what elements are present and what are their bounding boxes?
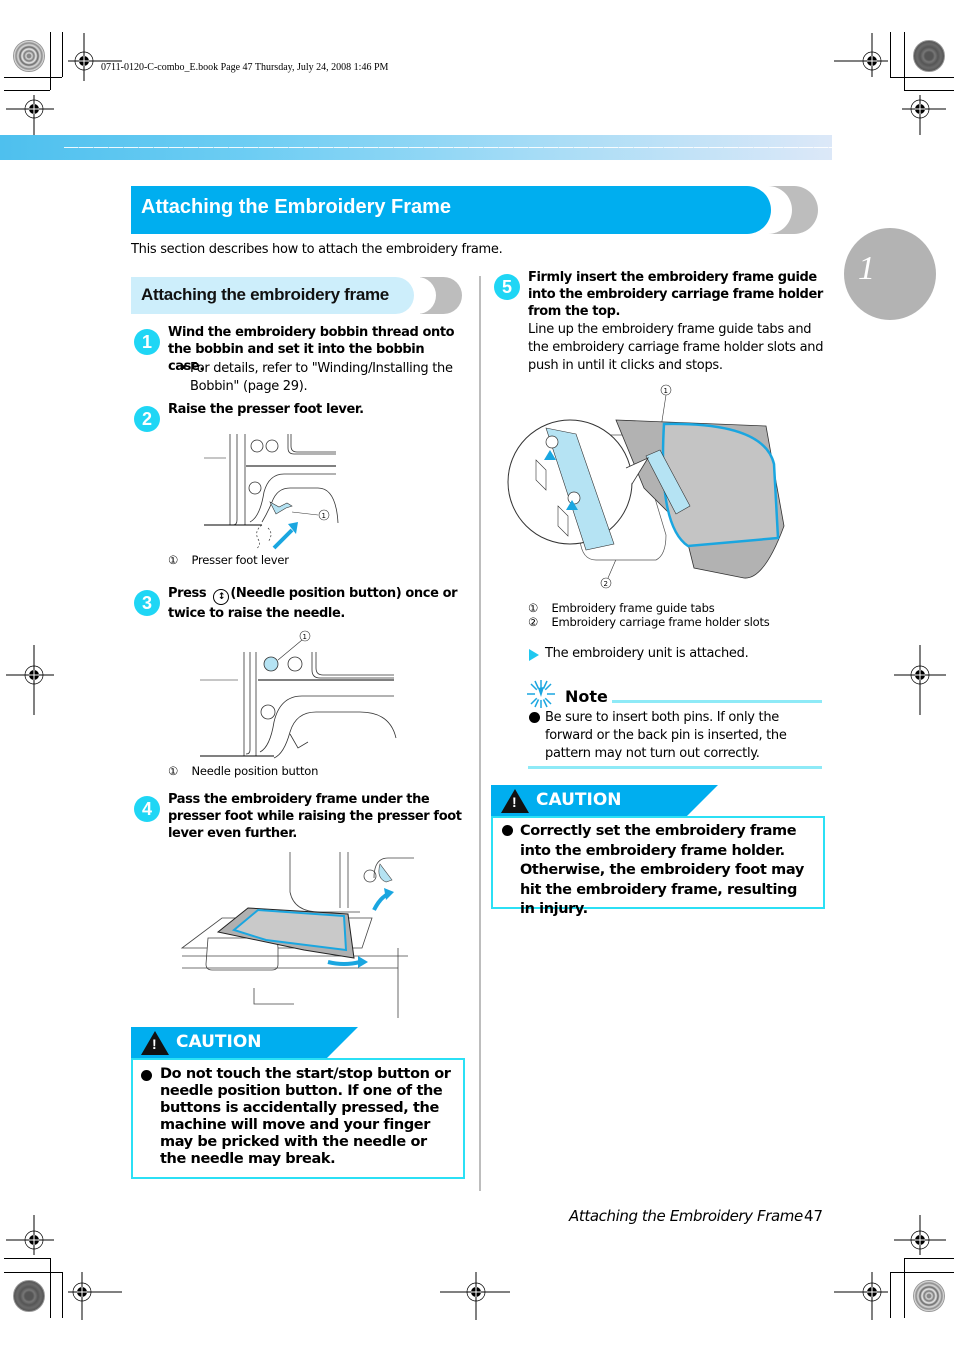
registration-target-icon <box>13 1280 45 1312</box>
svg-text:2: 2 <box>604 580 608 588</box>
bullet-dot <box>502 825 513 836</box>
step-3-heading-pre: Press <box>168 586 207 601</box>
footer-title: Attaching the Embroidery Frame <box>569 1207 803 1225</box>
warning-icon: ! <box>501 789 529 813</box>
note-text: Be sure to insert both pins. If only the… <box>545 710 787 761</box>
caution-text-right: Correctly set the embroidery frame into … <box>520 823 804 917</box>
header-band <box>0 135 832 160</box>
step-2-caption: ① Presser foot lever <box>168 553 289 567</box>
intro-text: This section describes how to attach the… <box>131 242 503 257</box>
step-5-result: The embroidery unit is attached. <box>545 646 749 661</box>
crosshair-icon <box>894 645 946 715</box>
chapter-number: 1 <box>858 250 875 287</box>
crosshair-icon <box>6 1215 54 1255</box>
page-number: 47 <box>804 1207 824 1225</box>
caption-text: Presser foot lever <box>191 553 289 567</box>
print-info: 0711-0120-C-combo_E.book Page 47 Thursda… <box>101 62 389 73</box>
crosshair-icon <box>6 645 54 715</box>
caution-label-left: CAUTION <box>176 1032 262 1052</box>
svg-text:1: 1 <box>322 512 326 520</box>
caption-number: ① <box>168 764 179 778</box>
caption-text: Embroidery frame guide tabs <box>551 601 715 615</box>
svg-text:1: 1 <box>664 387 668 395</box>
note-top-rule <box>612 700 822 703</box>
result-arrow-icon <box>529 649 539 661</box>
step-3-heading: Press ↕ (Needle position button) once or … <box>168 585 464 622</box>
caution-text-left: Do not touch the start/stop button or ne… <box>160 1066 451 1167</box>
needle-position-button-illustration: 1 <box>200 630 397 759</box>
step-4-heading: Pass the embroidery frame under the pres… <box>168 792 462 841</box>
embroidery-frame-illustration <box>180 852 414 1018</box>
step-3-caption: ① Needle position button <box>168 764 318 778</box>
needle-position-icon: ↕ <box>213 589 230 605</box>
step-5-body: Line up the embroidery frame guide tabs … <box>528 322 824 373</box>
crosshair-icon <box>68 33 122 81</box>
caption-number: ① <box>528 601 539 615</box>
crosshair-icon <box>834 33 888 77</box>
registration-target-icon <box>913 1280 945 1312</box>
svg-text:1: 1 <box>303 633 307 641</box>
caption-number: ② <box>528 615 539 629</box>
step-number-5: 5 <box>494 274 520 300</box>
bullet-dot: • <box>180 361 188 376</box>
crosshair-icon <box>68 1272 122 1320</box>
crosshair-icon <box>894 1215 946 1255</box>
step-5-caption-1: ① Embroidery frame guide tabs <box>528 601 715 615</box>
step-2-heading: Raise the presser foot lever. <box>168 402 364 417</box>
crosshair-icon <box>902 95 946 135</box>
subsection-title: Attaching the embroidery frame <box>141 285 389 304</box>
caption-number: ① <box>168 553 179 567</box>
step-number-2: 2 <box>134 406 160 432</box>
caution-label-right: CAUTION <box>536 790 622 810</box>
crosshair-icon <box>834 1272 888 1320</box>
note-icon <box>527 680 555 708</box>
bullet-dot <box>141 1070 152 1081</box>
frame-holder-illustration: 1 2 <box>507 384 785 589</box>
step-number-1: 1 <box>134 329 160 355</box>
step-1-bullet-text: For details, refer to "Winding/Installin… <box>190 361 453 394</box>
crosshair-icon <box>440 1272 510 1320</box>
presser-foot-lever-illustration: 1 <box>204 434 339 550</box>
registration-target-icon <box>913 40 945 72</box>
column-divider <box>479 276 481 1191</box>
step-5-caption-2: ② Embroidery carriage frame holder slots <box>528 615 770 629</box>
caption-text: Needle position button <box>191 764 319 778</box>
warning-icon: ! <box>141 1031 169 1055</box>
step-3-heading-post: (Needle position button) once or twice t… <box>168 586 458 621</box>
note-bottom-rule <box>528 766 822 769</box>
caption-text: Embroidery carriage frame holder slots <box>551 615 770 629</box>
note-label: Note <box>565 687 608 706</box>
registration-target-icon <box>13 40 45 72</box>
step-number-3: 3 <box>134 590 160 616</box>
page-title: Attaching the Embroidery Frame <box>141 196 452 218</box>
step-1-bullet: • For details, refer to "Winding/Install… <box>180 360 460 396</box>
bullet-dot <box>529 712 540 723</box>
step-number-4: 4 <box>134 796 160 822</box>
step-5-heading: Firmly insert the embroidery frame guide… <box>528 270 823 319</box>
